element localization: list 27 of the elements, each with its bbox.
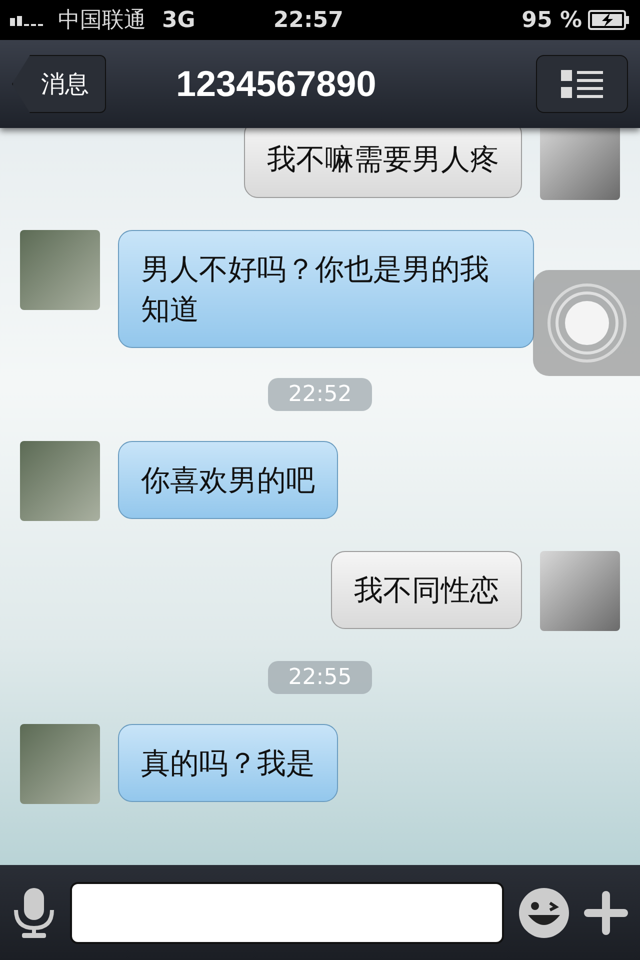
avatar-photo[interactable] bbox=[20, 724, 100, 804]
message-bubble: 真的吗？我是 bbox=[118, 724, 338, 802]
network-type: 3G bbox=[162, 8, 196, 32]
timestamp: 22:55 bbox=[268, 661, 372, 694]
floating-button[interactable] bbox=[533, 270, 640, 376]
carrier-name: 中国联通 bbox=[58, 7, 146, 35]
list-icon bbox=[561, 68, 603, 100]
chat-title: 1234567890 bbox=[175, 63, 378, 105]
timestamp: 22:52 bbox=[268, 378, 372, 411]
menu-button[interactable] bbox=[536, 55, 628, 113]
message-bubble: 我不嘛需要男人疼 bbox=[244, 128, 522, 198]
circle-icon bbox=[546, 283, 626, 363]
message-bubble: 男人不好吗？你也是男的我知道 bbox=[118, 230, 534, 348]
message-bubble: 我不同性恋 bbox=[331, 551, 522, 629]
avatar-photo[interactable] bbox=[540, 128, 620, 200]
battery-percent: 95 % bbox=[522, 8, 582, 32]
message-bubble: 你喜欢男的吧 bbox=[118, 441, 338, 519]
avatar-photo[interactable] bbox=[20, 230, 100, 310]
message-input[interactable] bbox=[70, 882, 504, 944]
back-button[interactable]: 消息 bbox=[12, 55, 106, 113]
emoji-icon[interactable] bbox=[518, 886, 570, 938]
avatar-photo[interactable] bbox=[540, 551, 620, 631]
battery-icon bbox=[588, 10, 630, 30]
avatar-photo[interactable] bbox=[20, 441, 100, 521]
clock-time: 22:57 bbox=[273, 8, 344, 32]
plus-icon[interactable] bbox=[584, 890, 628, 934]
microphone-icon[interactable] bbox=[12, 888, 56, 938]
